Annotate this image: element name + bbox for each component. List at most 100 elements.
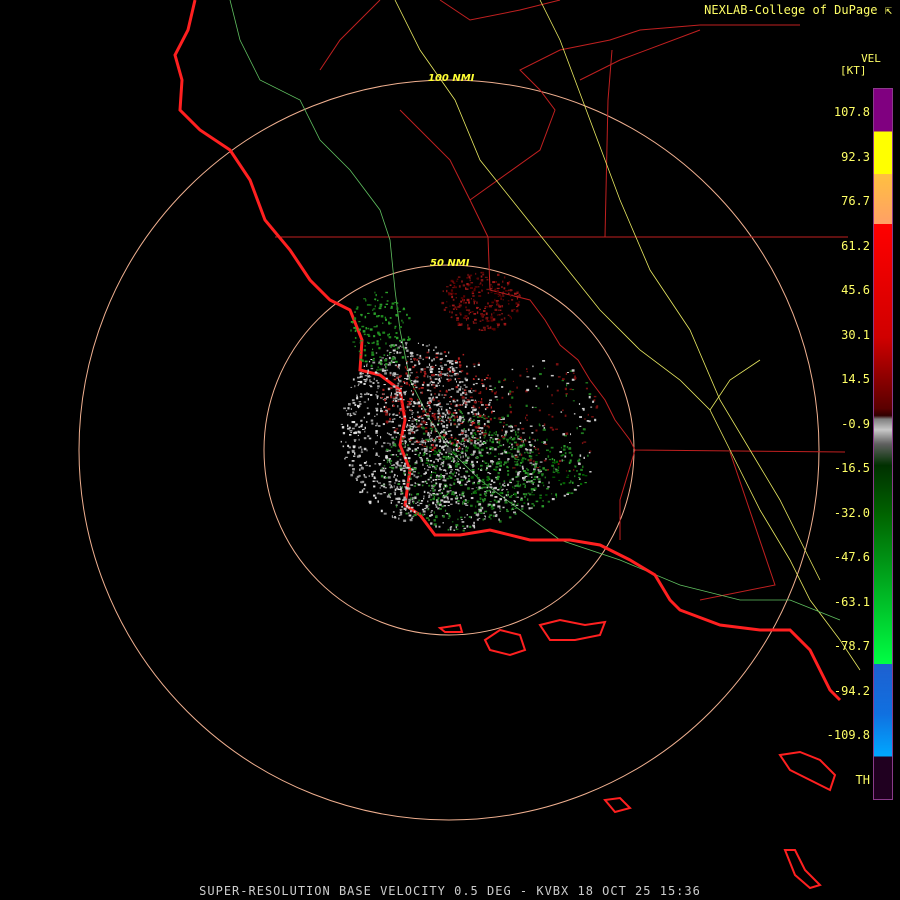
echo-pixel (420, 387, 424, 389)
echo-pixel (423, 381, 425, 384)
echo-pixel (393, 385, 396, 388)
echo-pixel (434, 468, 437, 470)
echo-pixel (432, 501, 435, 505)
echo-pixel (503, 480, 505, 483)
echo-pixel (417, 342, 420, 344)
echo-pixel (402, 443, 405, 445)
echo-pixel (403, 498, 406, 501)
echo-pixel (473, 408, 477, 412)
echo-pixel (407, 457, 411, 460)
echo-pixel (479, 487, 482, 489)
echo-pixel (536, 467, 539, 469)
echo-pixel (400, 385, 403, 387)
echo-pixel (489, 431, 491, 434)
echo-pixel (485, 387, 488, 390)
echo-pixel (477, 422, 481, 426)
echo-pixel (385, 377, 388, 380)
echo-pixel (384, 369, 387, 372)
echo-pixel (495, 300, 499, 302)
echo-pixel (486, 278, 489, 281)
echo-pixel (481, 383, 484, 385)
echo-pixel (407, 447, 411, 449)
echo-pixel (445, 512, 449, 515)
echo-pixel (442, 455, 445, 458)
echo-pixel (411, 449, 414, 452)
echo-pixel (394, 482, 396, 484)
echo-pixel (449, 490, 452, 492)
echo-pixel (453, 529, 456, 531)
echo-pixel (347, 427, 350, 430)
echo-pixel (374, 298, 376, 300)
echo-pixel (458, 454, 462, 456)
echo-pixel (402, 479, 405, 482)
echo-pixel (444, 495, 446, 497)
echo-pixel (465, 403, 468, 406)
echo-pixel (588, 452, 591, 454)
echo-pixel (440, 362, 442, 364)
echo-pixel (578, 462, 581, 466)
echo-pixel (452, 418, 456, 422)
echo-pixel (458, 302, 461, 305)
echo-pixel (405, 381, 408, 384)
echo-pixel (417, 398, 419, 401)
echo-pixel (430, 513, 433, 516)
echo-pixel (503, 317, 506, 320)
echo-pixel (471, 291, 474, 294)
echo-pixel (394, 348, 396, 350)
echo-pixel (545, 458, 547, 460)
echo-pixel (399, 513, 403, 516)
echo-pixel (428, 363, 431, 366)
echo-pixel (397, 461, 399, 463)
echo-pixel (450, 403, 452, 405)
echo-pixel (453, 439, 457, 441)
echo-pixel (466, 319, 468, 321)
echo-pixel (383, 410, 387, 413)
echo-pixel (438, 368, 440, 370)
echo-pixel (481, 290, 484, 292)
echo-pixel (406, 367, 408, 370)
echo-pixel (345, 410, 348, 412)
echo-pixel (472, 412, 474, 416)
echo-pixel (415, 371, 418, 374)
echo-pixel (421, 403, 423, 406)
echo-pixel (465, 456, 467, 458)
echo-pixel (476, 475, 479, 477)
echo-pixel (443, 505, 446, 507)
echo-pixel (487, 415, 490, 418)
echo-pixel (412, 515, 414, 518)
echo-pixel (526, 388, 530, 392)
echo-pixel (393, 438, 396, 441)
echo-pixel (363, 475, 366, 477)
echo-pixel (447, 457, 451, 460)
echo-pixel (466, 365, 468, 368)
echo-pixel (454, 416, 456, 419)
echo-pixel (440, 377, 442, 379)
echo-pixel (440, 422, 443, 425)
echo-pixel (351, 399, 355, 402)
echo-pixel (508, 292, 510, 295)
echo-pixel (406, 313, 408, 316)
echo-pixel (425, 462, 429, 464)
echo-pixel (446, 424, 449, 427)
echo-pixel (541, 441, 544, 443)
echo-pixel (464, 477, 467, 480)
echo-pixel (478, 517, 481, 519)
echo-pixel (473, 401, 477, 404)
echo-pixel (477, 420, 481, 422)
echo-pixel (588, 395, 591, 399)
echo-pixel (358, 350, 361, 353)
echo-pixel (503, 421, 505, 424)
echo-pixel (457, 502, 460, 505)
echo-pixel (528, 441, 531, 444)
echo-pixel (515, 302, 518, 305)
echo-pixel (402, 435, 405, 438)
echo-pixel (368, 500, 372, 503)
echo-pixel (576, 427, 578, 430)
echo-pixel (511, 391, 514, 393)
echo-pixel (428, 401, 431, 404)
echo-pixel (355, 477, 358, 480)
echo-pixel (582, 474, 585, 476)
echo-pixel (455, 463, 458, 465)
echo-pixel (521, 505, 524, 508)
echo-pixel (408, 506, 410, 509)
